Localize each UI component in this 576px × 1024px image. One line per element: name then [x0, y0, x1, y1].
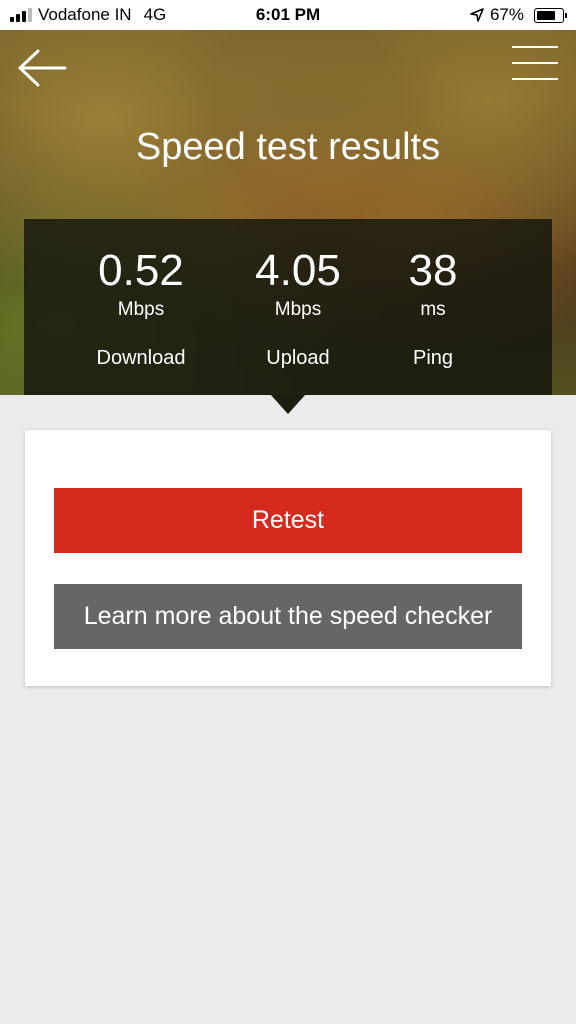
- status-right: 67%: [470, 5, 567, 25]
- arrow-left-icon: [18, 49, 67, 87]
- retest-button[interactable]: Retest: [54, 488, 522, 553]
- status-bar: Vodafone IN 4G 6:01 PM 67%: [0, 0, 576, 30]
- location-arrow-icon: [470, 8, 484, 22]
- menu-button[interactable]: [512, 46, 558, 82]
- ping-label: Ping: [412, 347, 454, 369]
- upload-unit: Mbps: [274, 299, 322, 320]
- hero-header: Speed test results 0.52 Mbps Download 4.…: [0, 30, 576, 395]
- back-button[interactable]: [16, 48, 68, 88]
- ping-unit: ms: [420, 299, 446, 320]
- download-value: 0.52: [98, 246, 184, 295]
- download-label: Download: [96, 347, 186, 369]
- battery-icon: [534, 7, 567, 23]
- learn-more-button[interactable]: Learn more about the speed checker: [54, 584, 522, 649]
- upload-value: 4.05: [255, 246, 341, 295]
- actions-card: Retest Learn more about the speed checke…: [25, 430, 551, 686]
- download-unit: Mbps: [117, 299, 165, 320]
- upload-label: Upload: [266, 347, 330, 369]
- panel-pointer: [270, 394, 306, 414]
- results-panel: 0.52 Mbps Download 4.05 Mbps Upload 38 m…: [24, 219, 552, 395]
- page-title: Speed test results: [135, 126, 441, 168]
- hamburger-menu-icon: [512, 46, 558, 80]
- battery-percent: 67%: [489, 5, 524, 24]
- ping-value: 38: [408, 246, 458, 295]
